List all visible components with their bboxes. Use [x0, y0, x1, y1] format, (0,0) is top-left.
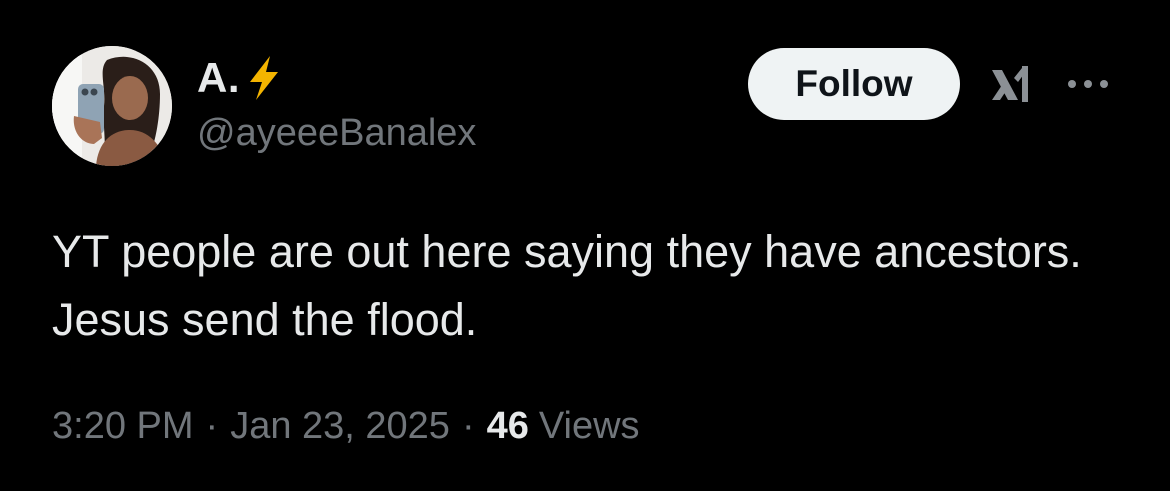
tweet-date[interactable]: Jan 23, 2025: [230, 405, 450, 448]
grok-icon[interactable]: [988, 62, 1034, 108]
tweet-time[interactable]: 3:20 PM: [52, 405, 194, 448]
more-options-icon[interactable]: [1062, 72, 1114, 96]
avatar-photo: [52, 46, 172, 166]
views-label[interactable]: Views: [539, 405, 640, 448]
tweet-text: YT people are out here saying they have …: [52, 226, 1082, 345]
views-count[interactable]: 46: [487, 405, 529, 448]
display-name-text: A.: [197, 54, 240, 101]
tweet-meta: 3:20 PM · Jan 23, 2025 · 46 Views: [52, 405, 640, 448]
avatar[interactable]: [52, 46, 172, 166]
follow-button[interactable]: Follow: [748, 48, 960, 120]
meta-separator: ·: [461, 405, 475, 447]
meta-separator: ·: [205, 405, 219, 447]
high-voltage-icon: [244, 54, 284, 102]
author-handle[interactable]: @ayeeeBanalex: [197, 112, 476, 155]
author-display-name[interactable]: A.: [197, 52, 284, 104]
